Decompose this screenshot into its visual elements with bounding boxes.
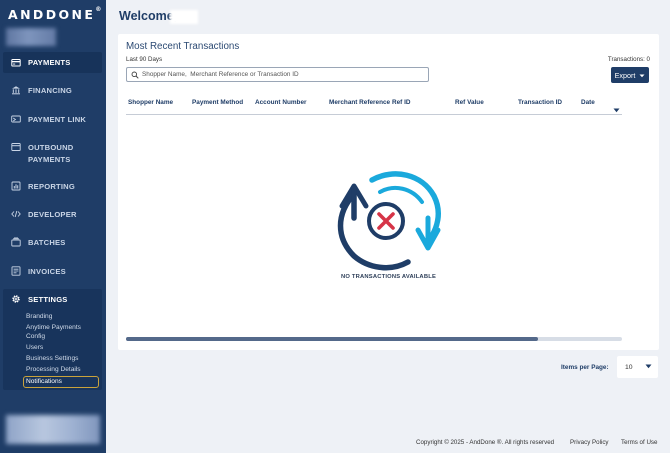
items-per-page-label: Items per Page: xyxy=(561,364,609,371)
column-header-account-number[interactable]: Account Number xyxy=(255,99,306,106)
sidebar-item-financing[interactable]: FINANCING xyxy=(3,85,102,97)
items-per-page-select[interactable]: 10 xyxy=(617,356,658,378)
table-header: Shopper Name Payment Method Account Numb… xyxy=(126,91,622,115)
horizontal-scrollbar[interactable] xyxy=(126,337,622,341)
card-title: Most Recent Transactions xyxy=(126,41,240,52)
scrollbar-thumb[interactable] xyxy=(126,337,538,341)
column-header-ref-value[interactable]: Ref Value xyxy=(455,99,484,106)
export-label: Export xyxy=(614,70,636,80)
sidebar-item-label: PAYMENTS xyxy=(28,57,71,67)
gear-icon xyxy=(11,294,21,304)
column-header-merchant-reference[interactable]: Merchant Reference xyxy=(329,99,390,106)
code-icon xyxy=(11,209,21,219)
caret-down-icon xyxy=(639,71,645,80)
date-range-label: Last 90 Days xyxy=(126,56,163,63)
redacted-account-name xyxy=(6,28,56,46)
settings-subitem-users[interactable]: Users xyxy=(26,344,43,353)
outbound-payments-icon xyxy=(11,142,21,152)
caret-down-icon xyxy=(645,364,652,371)
anddone-logo[interactable]: ANDDONE® xyxy=(8,6,101,22)
sidebar-item-label: BATCHES xyxy=(28,238,66,247)
column-header-shopper-name[interactable]: Shopper Name xyxy=(128,99,173,106)
no-transactions-illustration xyxy=(337,171,441,271)
settings-subitem-processing-details[interactable]: Processing Details xyxy=(26,366,81,375)
sidebar-item-reporting[interactable]: REPORTING xyxy=(3,181,102,193)
sidebar-item-invoices[interactable]: INVOICES xyxy=(3,266,102,278)
sidebar-item-label: INVOICES xyxy=(28,267,66,276)
sidebar: ANDDONE® PAYMENTS FINANCING PAYMENT LINK… xyxy=(0,0,106,453)
settings-subitem-notifications[interactable]: Notifications xyxy=(23,376,99,388)
sidebar-item-label: DEVELOPER xyxy=(28,210,77,219)
welcome-heading: Welcome, xyxy=(119,9,178,23)
column-header-ref-id[interactable]: Ref ID xyxy=(392,99,410,106)
export-button[interactable]: Export xyxy=(611,67,649,83)
sidebar-item-label: SETTINGS xyxy=(28,295,68,304)
transactions-card: Most Recent Transactions Last 90 Days Tr… xyxy=(118,34,659,350)
sidebar-item-batches[interactable]: BATCHES xyxy=(3,237,102,249)
sidebar-item-label: PAYMENT LINK xyxy=(28,115,87,124)
settings-subitem-anytime-payments-config[interactable]: Anytime Payments Config xyxy=(26,324,81,341)
payment-link-icon xyxy=(11,114,21,124)
payments-icon xyxy=(11,58,21,68)
search-box[interactable] xyxy=(126,67,429,82)
sidebar-item-settings[interactable]: SETTINGS xyxy=(3,294,102,306)
items-per-page-value: 10 xyxy=(625,363,633,371)
search-icon xyxy=(131,66,139,84)
transactions-count: Transactions: 0 xyxy=(607,56,650,63)
terms-of-use-link[interactable]: Terms of Use xyxy=(621,439,657,446)
sidebar-item-label: REPORTING xyxy=(28,182,75,191)
redacted-user-profile[interactable] xyxy=(6,415,100,444)
sidebar-item-label: OUTBOUND PAYMENTS xyxy=(28,143,74,164)
sidebar-item-payment-link[interactable]: PAYMENT LINK xyxy=(3,114,102,126)
column-header-payment-method[interactable]: Payment Method xyxy=(192,99,243,106)
column-header-transaction-id[interactable]: Transaction ID xyxy=(518,99,562,106)
settings-subitem-branding[interactable]: Branding xyxy=(26,313,52,322)
redacted-user-name xyxy=(170,10,198,24)
copyright-text: Copyright © 2025 - AndDone ®. All rights… xyxy=(416,439,555,446)
column-header-date[interactable]: Date xyxy=(581,99,595,106)
bank-icon xyxy=(11,85,21,95)
sidebar-item-payments[interactable]: PAYMENTS xyxy=(3,52,102,73)
privacy-policy-link[interactable]: Privacy Policy xyxy=(570,439,609,446)
sidebar-item-developer[interactable]: DEVELOPER xyxy=(3,209,102,221)
sidebar-item-outbound-payments[interactable]: OUTBOUND PAYMENTS xyxy=(3,142,102,165)
settings-subitem-business-settings[interactable]: Business Settings xyxy=(26,355,78,364)
invoices-icon xyxy=(11,266,21,276)
sort-desc-icon[interactable] xyxy=(613,100,620,118)
batches-icon xyxy=(11,237,21,247)
empty-state-message: NO TRANSACTIONS AVAILABLE xyxy=(340,274,437,280)
reporting-icon xyxy=(11,181,21,191)
search-input[interactable] xyxy=(142,71,422,78)
sidebar-item-label: FINANCING xyxy=(28,86,72,95)
